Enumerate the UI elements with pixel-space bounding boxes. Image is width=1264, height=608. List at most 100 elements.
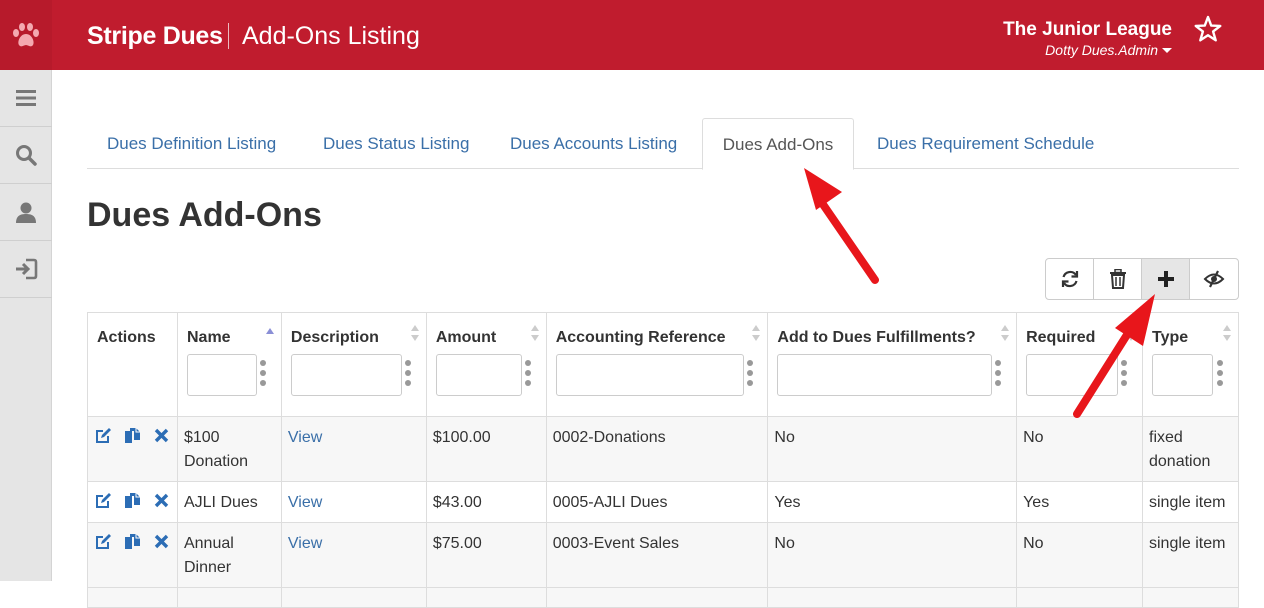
name-cell: $100 Donation [176,416,282,482]
column-options-icon[interactable] [259,360,266,386]
table-row: $100 Donation View $100.00 0002-Donation… [87,416,1239,482]
row-actions [87,416,178,482]
type-filter-input[interactable] [1152,354,1213,396]
required-filter-input[interactable] [1026,354,1119,396]
accounting-reference-cell: 0002-Donations [545,416,769,482]
row-actions [87,522,178,588]
delete-icon[interactable] [153,492,170,509]
sort-icon [530,325,539,341]
column-label: Required [1026,329,1096,346]
accounting-reference-filter-input[interactable] [555,354,744,396]
column-options-icon[interactable] [524,360,531,386]
amount-cell: $43.00 [425,481,547,523]
user-name: Dotty Dues.Admin [1045,42,1158,58]
column-header-fulfillments[interactable]: Add to Dues Fulfillments? [767,312,1018,417]
top-bar: Stripe Dues Add-Ons Listing The Junior L… [0,0,1264,70]
toggle-columns-button[interactable] [1190,259,1238,299]
column-label: Type [1152,329,1189,346]
column-label: Amount [435,329,497,346]
column-label: Actions [97,329,156,346]
annotation-arrow-tab [804,168,879,284]
search-icon [16,145,37,166]
user-icon [16,202,36,223]
sort-icon [410,325,419,341]
star-icon[interactable] [1193,14,1223,44]
sidebar-item-profile[interactable] [0,184,52,241]
required-cell: No [1016,416,1143,482]
caret-down-icon [1162,47,1172,53]
app-title[interactable]: Stripe Dues [87,22,223,51]
sidebar [0,70,52,581]
page-title: Dues Add-Ons [87,196,322,234]
org-name: The Junior League [1003,19,1172,40]
column-label: Accounting Reference [555,329,726,346]
table-row: Annual Dinner View $75.00 0003-Event Sal… [87,522,1239,588]
tab-dues-add-ons[interactable]: Dues Add-Ons [702,118,854,170]
edit-icon[interactable] [95,533,112,550]
required-cell: Yes [1016,481,1143,523]
refresh-icon [1061,270,1078,288]
column-options-icon[interactable] [1121,360,1128,386]
user-menu[interactable]: Dotty Dues.Admin [1045,42,1172,58]
column-header-name[interactable]: Name [176,312,282,417]
column-header-accounting-reference[interactable]: Accounting Reference [545,312,769,417]
amount-cell: $75.00 [425,522,547,588]
paw-icon[interactable] [0,0,52,70]
column-label: Add to Dues Fulfillments? [777,329,976,346]
type-cell: fixed donation [1142,416,1239,482]
sidebar-item-menu[interactable] [0,70,52,127]
table-row [87,587,1239,608]
delete-selected-button[interactable] [1094,259,1142,299]
column-header-description[interactable]: Description [280,312,427,417]
edit-icon[interactable] [95,427,112,444]
column-header-type[interactable]: Type [1142,312,1239,417]
table-row: AJLI Dues View $43.00 0005-AJLI Dues Yes… [87,481,1239,523]
refresh-button[interactable] [1046,259,1094,299]
description-view-link[interactable]: View [288,494,322,511]
name-filter-input[interactable] [186,354,257,396]
copy-icon[interactable] [124,533,141,550]
amount-filter-input[interactable] [435,354,522,396]
name-cell: Annual Dinner [176,522,282,588]
name-cell: AJLI Dues [176,481,282,523]
column-header-amount[interactable]: Amount [425,312,547,417]
sidebar-item-sign-out[interactable] [0,241,52,298]
tab-dues-accounts-listing[interactable]: Dues Accounts Listing [510,118,677,169]
sidebar-item-search[interactable] [0,127,52,184]
fulfillments-cell: No [767,416,1018,482]
column-options-icon[interactable] [1217,360,1223,386]
sort-icon [1001,325,1010,341]
fulfillments-filter-input[interactable] [777,354,993,396]
edit-icon[interactable] [95,492,112,509]
fulfillments-cell: No [767,522,1018,588]
copy-icon[interactable] [124,427,141,444]
tab-dues-definition-listing[interactable]: Dues Definition Listing [107,118,276,169]
table-header-row: Actions Name Description Amount Accounti… [87,312,1239,417]
column-options-icon[interactable] [995,360,1002,386]
copy-icon[interactable] [124,492,141,509]
tab-dues-requirement-schedule[interactable]: Dues Requirement Schedule [877,118,1094,169]
description-view-link[interactable]: View [288,429,322,446]
delete-icon[interactable] [153,427,170,444]
column-options-icon[interactable] [404,360,411,386]
description-view-link[interactable]: View [288,535,322,552]
required-cell: No [1016,522,1143,588]
sign-out-icon [16,258,38,280]
type-cell: single item [1142,522,1239,588]
fulfillments-cell: Yes [767,481,1018,523]
amount-cell: $100.00 [425,416,547,482]
eye-slash-icon [1203,270,1225,288]
add-button[interactable] [1142,259,1190,299]
tab-dues-status-listing[interactable]: Dues Status Listing [323,118,469,169]
sort-icon [1223,325,1231,341]
accounting-reference-cell: 0003-Event Sales [545,522,769,588]
delete-icon[interactable] [153,533,170,550]
column-header-actions: Actions [87,312,178,417]
column-header-required[interactable]: Required [1016,312,1143,417]
description-filter-input[interactable] [290,354,402,396]
add-ons-table: Actions Name Description Amount Accounti… [87,312,1239,608]
type-cell: single item [1142,481,1239,523]
sort-ascending-icon [265,328,274,334]
column-options-icon[interactable] [746,360,753,386]
column-label: Description [290,329,379,346]
